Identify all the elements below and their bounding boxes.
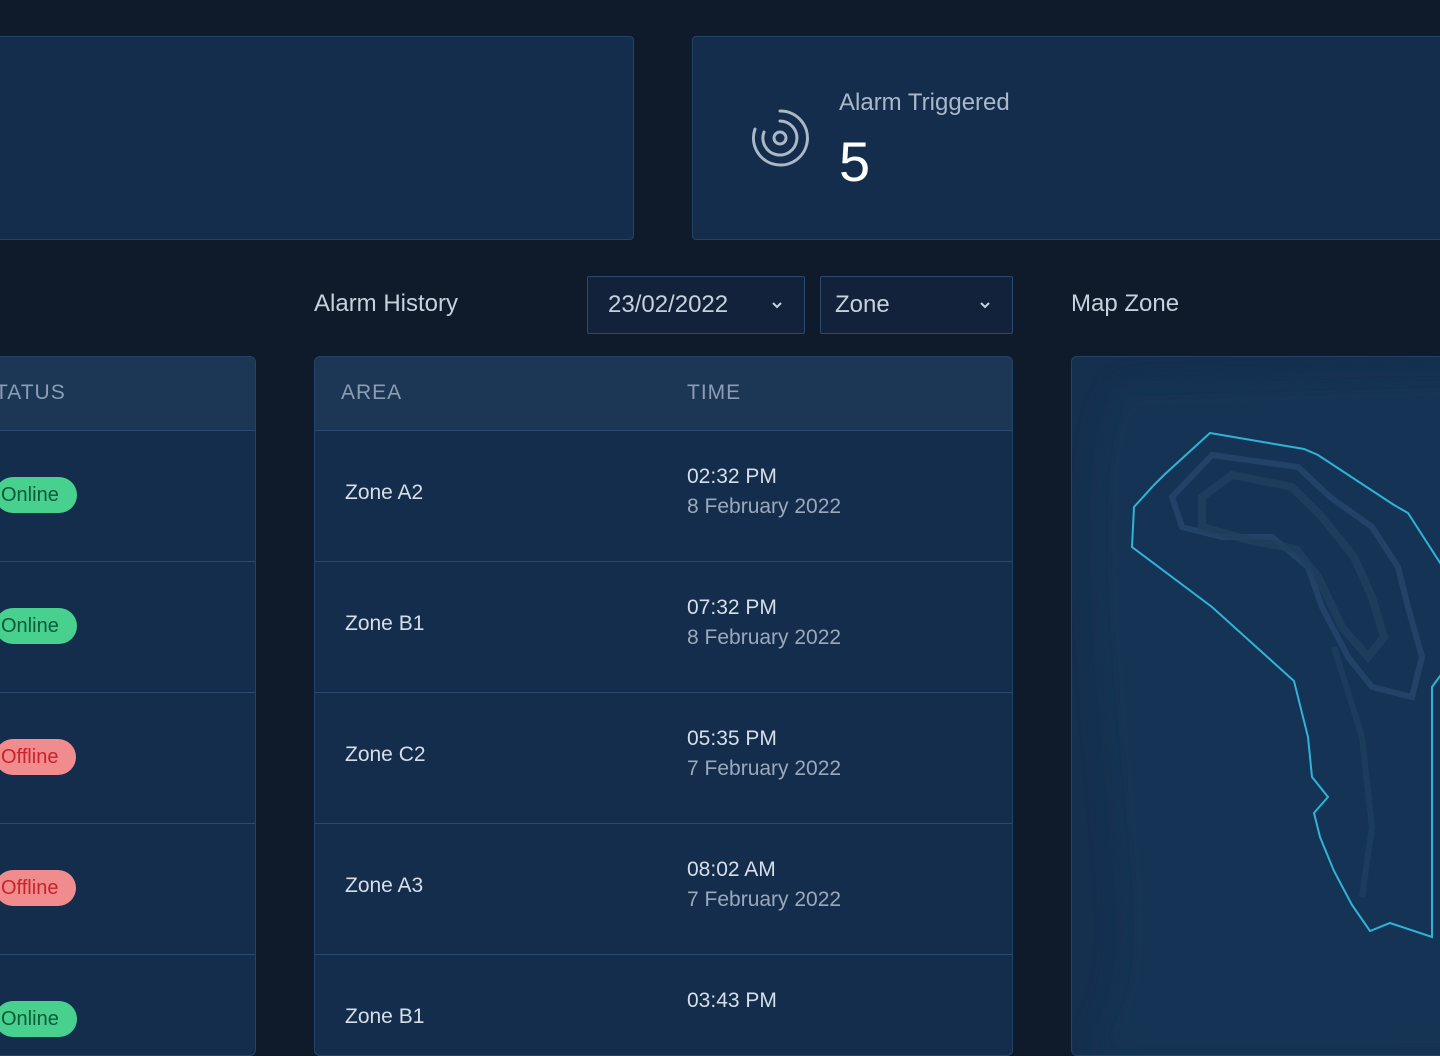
row-area: Zone A2 xyxy=(345,481,424,504)
row-time: 08:02 AM xyxy=(687,858,776,881)
alarm-history-title: Alarm History xyxy=(314,290,459,317)
row-time: 05:35 PM xyxy=(687,727,777,750)
time-column-header: TIME xyxy=(687,381,742,404)
table-row[interactable]: Zone B1 07:32 PM 8 February 2022 xyxy=(315,562,1012,693)
status-badge: Online xyxy=(0,477,77,513)
row-time: 02:32 PM xyxy=(687,465,777,488)
row-area: Zone C2 xyxy=(345,743,426,766)
zone-map xyxy=(1092,378,1440,1055)
date-filter-value: 23/02/2022 xyxy=(608,291,729,318)
row-area: Zone B1 xyxy=(345,1005,425,1028)
table-row[interactable]: Zone A3 08:02 AM 7 February 2022 xyxy=(315,824,1012,955)
row-date: 7 February 2022 xyxy=(687,757,842,780)
table-row: Offline xyxy=(0,693,255,824)
table-row[interactable]: Zone B1 03:43 PM xyxy=(315,955,1012,1055)
status-badge: Offline xyxy=(0,739,77,775)
row-date: 8 February 2022 xyxy=(687,626,842,649)
row-time: 03:43 PM xyxy=(687,989,777,1012)
row-date: 7 February 2022 xyxy=(687,888,842,911)
device-status-table: TATUS Online Online Offline Offline Onli… xyxy=(0,356,256,1056)
row-date: 8 February 2022 xyxy=(687,495,842,518)
history-table-header: AREA TIME xyxy=(315,357,1012,431)
table-row: Online xyxy=(0,955,255,1055)
status-column-header: TATUS xyxy=(0,381,66,404)
alarm-triggered-card: Alarm Triggered 5 xyxy=(692,36,1440,240)
date-filter-dropdown[interactable]: 23/02/2022 xyxy=(587,276,805,334)
stat-card-left xyxy=(0,36,634,240)
alarm-triggered-label: Alarm Triggered xyxy=(839,89,1010,116)
table-row: Offline xyxy=(0,824,255,955)
status-badge: Online xyxy=(0,608,77,644)
radar-icon xyxy=(751,109,809,167)
table-row: Online xyxy=(0,562,255,693)
table-row[interactable]: Zone A2 02:32 PM 8 February 2022 xyxy=(315,431,1012,562)
area-column-header: AREA xyxy=(341,381,403,404)
status-badge: Offline xyxy=(0,870,77,906)
zone-filter-value: Zone xyxy=(835,291,890,318)
alarm-history-table: AREA TIME Zone A2 02:32 PM 8 February 20… xyxy=(314,356,1013,1056)
row-area: Zone A3 xyxy=(345,874,424,897)
row-area: Zone B1 xyxy=(345,612,425,635)
table-row: Online xyxy=(0,431,255,562)
status-table-header: TATUS xyxy=(0,357,255,431)
alarm-triggered-count: 5 xyxy=(839,130,871,193)
chevron-down-icon xyxy=(980,302,990,309)
table-row[interactable]: Zone C2 05:35 PM 7 February 2022 xyxy=(315,693,1012,824)
zone-filter-dropdown[interactable]: Zone xyxy=(820,276,1013,334)
map-zone-panel[interactable] xyxy=(1071,356,1440,1056)
map-zone-title: Map Zone xyxy=(1071,290,1180,317)
status-badge: Online xyxy=(0,1001,77,1037)
row-time: 07:32 PM xyxy=(687,596,777,619)
chevron-down-icon xyxy=(772,302,782,309)
